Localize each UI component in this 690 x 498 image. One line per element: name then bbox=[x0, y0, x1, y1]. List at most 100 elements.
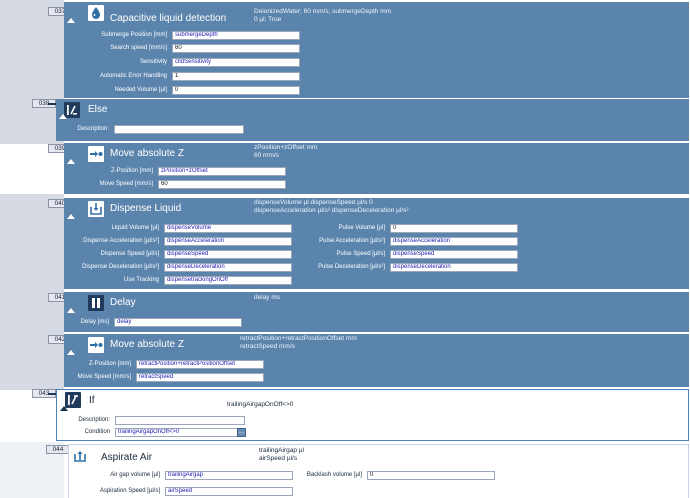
use-tracking-input[interactable]: dispensetrackingOnOff bbox=[164, 276, 292, 285]
collapse-toggle-icon[interactable] bbox=[67, 214, 75, 219]
step-043[interactable]: 043 If trailingAirgapOnOff<>0 Descriptio… bbox=[32, 389, 690, 441]
field-label: Air gap volume [µl] bbox=[110, 472, 160, 478]
field-label: Condition bbox=[84, 429, 110, 435]
air-gap-volume-input[interactable]: trailingAirgap bbox=[165, 471, 293, 480]
pulse-speed-input[interactable]: dispenseSpeed bbox=[390, 250, 518, 259]
description-input[interactable] bbox=[115, 416, 245, 425]
step-header: If trailingAirgapOnOff<>0 bbox=[57, 390, 688, 412]
pulse-deceleration-input[interactable]: dispenseDeceleration bbox=[390, 263, 518, 272]
step-044[interactable]: 044 Aspirate Air trailingAirgap µl airSp… bbox=[46, 443, 690, 498]
step-panel: Capacitive liquid detection DeionizedWat… bbox=[64, 2, 689, 98]
delay-input[interactable]: delay bbox=[114, 318, 242, 327]
field-label: Z-Position [mm] bbox=[88, 361, 131, 367]
step-038[interactable]: 038 Else Description: bbox=[32, 99, 690, 141]
step-header: Move absolute Z zPosition+zOffset mm 60 … bbox=[64, 143, 689, 165]
step-header: Else bbox=[56, 99, 689, 121]
aspirate-icon bbox=[72, 448, 88, 464]
summary-line: zPosition+zOffset mm bbox=[254, 144, 318, 151]
summary-line: delay ms bbox=[254, 294, 281, 301]
dispense-icon bbox=[88, 201, 104, 217]
step-042[interactable]: 042 Move absolute Z retractPosition+retr… bbox=[48, 334, 690, 388]
step-panel: Dispense Liquid dispenseVolume µl dispen… bbox=[64, 198, 689, 289]
field-label: Dispense Acceleration [µl/s²] bbox=[83, 238, 159, 244]
water-drop-icon bbox=[88, 5, 104, 21]
step-title: Capacitive liquid detection bbox=[110, 13, 227, 24]
field-label: Pulse Volume [µl] bbox=[338, 225, 385, 231]
dispense-speed-input[interactable]: dispenseSpeed bbox=[164, 250, 292, 259]
step-header: Delay delay ms bbox=[64, 292, 689, 314]
description-input[interactable] bbox=[114, 125, 244, 134]
step-panel: Aspirate Air trailingAirgap µl airSpeed … bbox=[68, 444, 689, 498]
field-label: Search speed [mm/s] bbox=[110, 45, 167, 51]
pulse-volume-input[interactable]: 0 bbox=[390, 224, 518, 233]
step-header: Aspirate Air trailingAirgap µl airSpeed … bbox=[69, 445, 688, 467]
step-037[interactable]: 037 Capacitive liquid detection Deionize… bbox=[48, 0, 690, 100]
step-header: Move absolute Z retractPosition+retractP… bbox=[64, 334, 689, 356]
step-title: Aspirate Air bbox=[101, 452, 153, 463]
step-title: Dispense Liquid bbox=[110, 203, 182, 214]
summary-line: DeionizedWater; 60 mm/s; submergeDepth m… bbox=[254, 8, 392, 15]
field-label: Submerge Position [mm] bbox=[101, 32, 167, 38]
step-panel: Move absolute Z zPosition+zOffset mm 60 … bbox=[64, 143, 689, 194]
step-header: Dispense Liquid dispenseVolume µl dispen… bbox=[64, 198, 689, 220]
needed-volume-input[interactable]: 0 bbox=[172, 86, 300, 95]
field-label: Move Speed [mm/s] bbox=[77, 374, 131, 380]
dispense-acceleration-input[interactable]: dispenseAcceleration bbox=[164, 237, 292, 246]
step-summary: trailingAirgap µl airSpeed µl/s bbox=[259, 447, 304, 463]
aspiration-speed-input[interactable]: airSpeed bbox=[165, 487, 293, 496]
summary-line: 60 mm/s bbox=[254, 152, 279, 159]
condition-input[interactable]: trailingAirgapOnOff<>0 bbox=[115, 428, 245, 437]
error-handling-input[interactable]: 1 bbox=[172, 72, 300, 81]
backlash-volume-input[interactable]: 0 bbox=[367, 471, 495, 480]
collapse-toggle-icon[interactable] bbox=[59, 114, 67, 119]
collapse-toggle-icon[interactable] bbox=[67, 308, 75, 313]
step-panel: Delay delay ms Delay [ms] delay bbox=[64, 292, 689, 332]
field-label: Z-Position [mm] bbox=[110, 168, 153, 174]
condition-editor-button[interactable]: ... bbox=[237, 428, 246, 437]
step-panel: If trailingAirgapOnOff<>0 Description: C… bbox=[56, 389, 689, 441]
step-summary: DeionizedWater; 60 mm/s; submergeDepth m… bbox=[254, 8, 391, 24]
step-summary: retractPosition+retractPositionOffset mm… bbox=[240, 335, 357, 351]
field-label: Pulse Acceleration [µl/s²] bbox=[319, 238, 385, 244]
step-040[interactable]: 040 Dispense Liquid dispenseVolume µl di… bbox=[48, 198, 690, 290]
sensitivity-input[interactable]: clldSensitivity bbox=[172, 58, 300, 67]
step-panel: Else Description: bbox=[56, 99, 689, 141]
move-arrow-icon bbox=[88, 146, 104, 162]
step-summary: zPosition+zOffset mm 60 mm/s bbox=[254, 144, 317, 160]
pulse-acceleration-input[interactable]: dispenseAcceleration bbox=[390, 237, 518, 246]
step-title: Move absolute Z bbox=[110, 148, 184, 159]
field-label: Move Speed [mm/s] bbox=[99, 181, 153, 187]
collapse-toggle-icon[interactable] bbox=[67, 350, 75, 355]
z-position-input[interactable]: zPosition+zOffset bbox=[158, 167, 286, 176]
submerge-position-input[interactable]: submergeDepth bbox=[172, 31, 300, 40]
summary-line: dispenseVolume µl dispenseSpeed µl/s 0 bbox=[254, 199, 373, 206]
move-speed-input[interactable]: retractSpeed bbox=[136, 373, 264, 382]
field-label: Delay [ms] bbox=[80, 319, 109, 325]
search-speed-input[interactable]: 60 bbox=[172, 44, 300, 53]
step-title: Move absolute Z bbox=[110, 339, 184, 350]
collapse-toggle-icon[interactable] bbox=[60, 406, 68, 411]
summary-line: dispenseAcceleration µl/s² dispenseDecel… bbox=[254, 207, 409, 214]
z-position-input[interactable]: retractPosition+retractPositionOffset bbox=[136, 360, 264, 369]
collapse-toggle-icon[interactable] bbox=[67, 159, 75, 164]
move-speed-input[interactable]: 60 bbox=[158, 180, 286, 189]
liquid-volume-input[interactable]: dispenseVolume bbox=[164, 224, 292, 233]
move-arrow-icon bbox=[88, 337, 104, 353]
summary-line: retractPosition+retractPositionOffset mm bbox=[240, 335, 357, 342]
field-label: Liquid Volume [µl] bbox=[111, 225, 159, 231]
summary-line: airSpeed µl/s bbox=[259, 455, 298, 462]
step-summary: dispenseVolume µl dispenseSpeed µl/s 0 d… bbox=[254, 199, 409, 215]
summary-line: retractSpeed mm/s bbox=[240, 343, 295, 350]
summary-line: 0 µl; True bbox=[254, 16, 282, 23]
field-label: Description: bbox=[77, 126, 109, 132]
collapse-toggle-icon[interactable] bbox=[67, 18, 75, 23]
step-041[interactable]: 041 Delay delay ms Delay [ms] delay bbox=[48, 292, 690, 332]
step-panel: Move absolute Z retractPosition+retractP… bbox=[64, 334, 689, 387]
dispense-deceleration-input[interactable]: dispenseDeceleration bbox=[164, 263, 292, 272]
field-label: Dispense Speed [µl/s] bbox=[100, 251, 160, 257]
step-039[interactable]: 039 Move absolute Z zPosition+zOffset mm… bbox=[48, 143, 690, 195]
field-label: Description: bbox=[78, 417, 110, 423]
step-summary: delay ms bbox=[254, 294, 280, 302]
field-label: Backlash volume [µl] bbox=[306, 472, 362, 478]
field-label: Pulse Deceleration [µl/s²] bbox=[318, 264, 385, 270]
